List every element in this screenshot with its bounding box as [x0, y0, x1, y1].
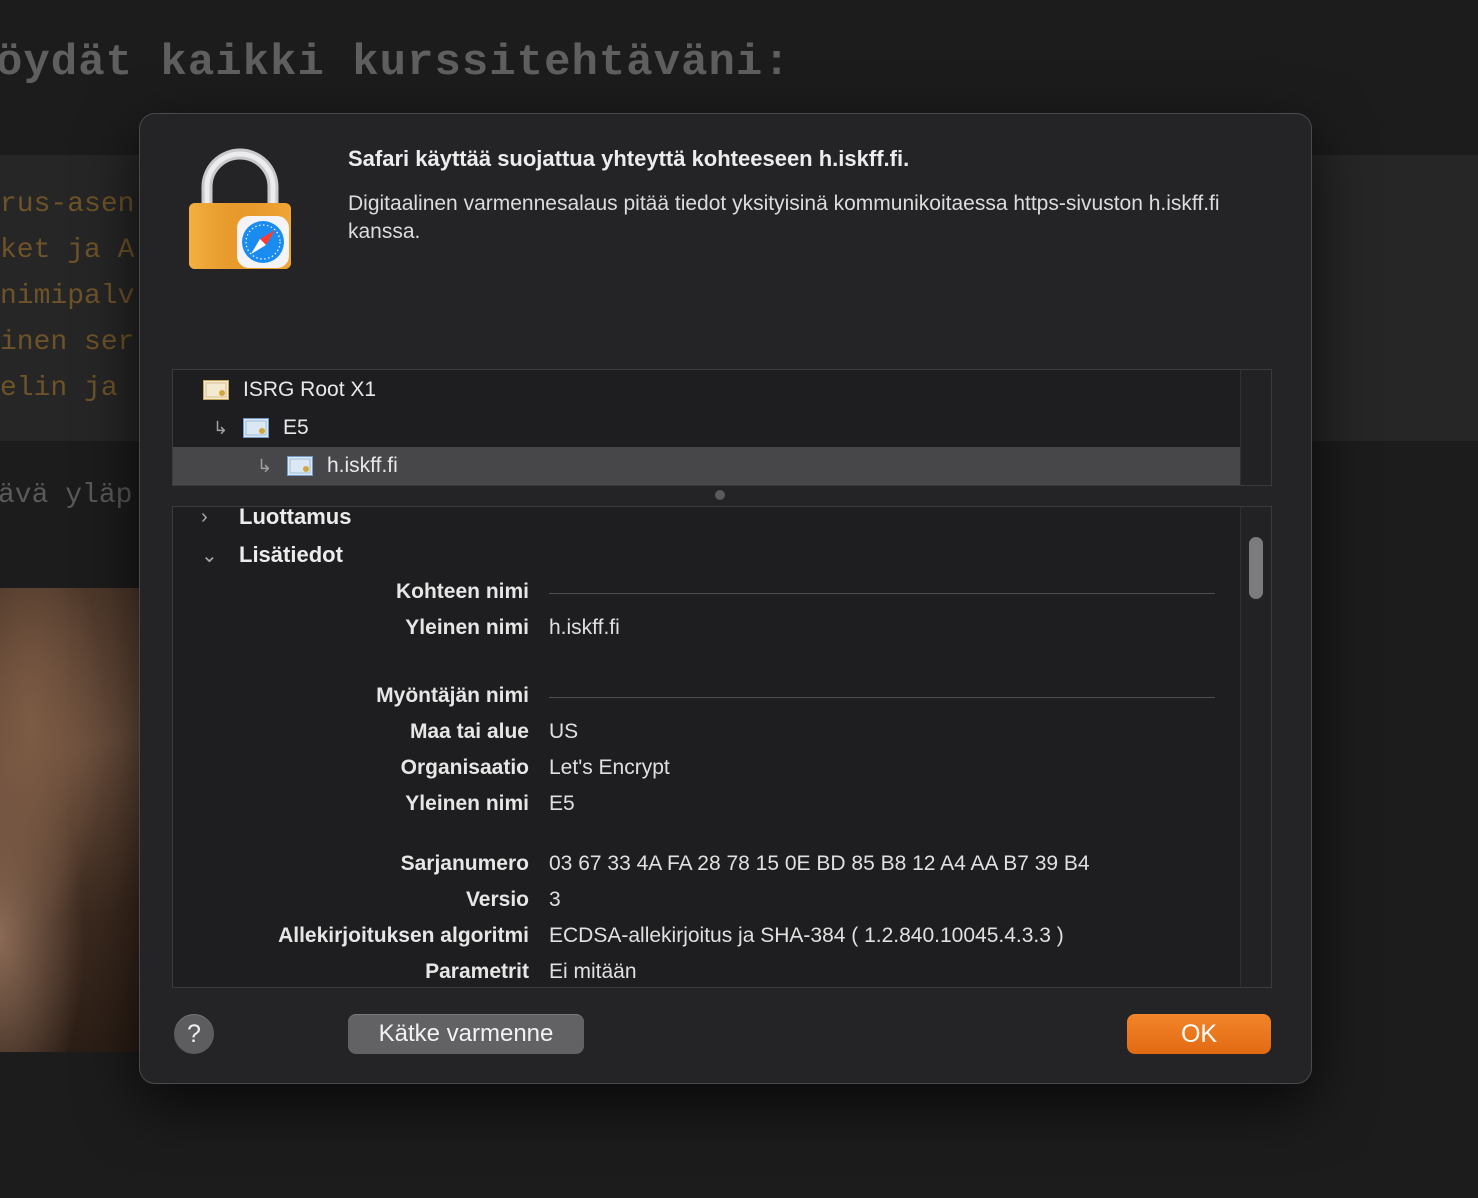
- page-text: ävä yläp: [0, 480, 133, 511]
- certificate-dialog: Safari käyttää suojattua yhteyttä kohtee…: [139, 113, 1312, 1084]
- details-scrollbar[interactable]: [1240, 507, 1271, 987]
- field-label: Versio: [465, 888, 529, 911]
- field-value: Ei mitään: [549, 960, 637, 983]
- field-label: Sarjanumero: [400, 852, 529, 875]
- dialog-description: Digitaalinen varmennesalaus pitää tiedot…: [348, 192, 1220, 243]
- code-line: nimipalv: [0, 281, 135, 312]
- code-line: inen ser: [0, 327, 135, 358]
- section-details[interactable]: ⌄ Lisätiedot: [201, 542, 343, 568]
- ok-button[interactable]: OK: [1127, 1014, 1271, 1054]
- page-heading: öydät kaikki kurssitehtäväni:: [0, 38, 791, 88]
- field-label: Kohteen nimi: [395, 580, 529, 603]
- field-label: Myöntäjän nimi: [376, 684, 529, 707]
- code-line: rus-asen: [0, 189, 135, 220]
- certificate-icon: [287, 456, 313, 476]
- chain-item-leaf[interactable]: ↳ h.iskff.fi: [173, 447, 1240, 485]
- field-value: ECDSA-allekirjoitus ja SHA-384 ( 1.2.840…: [549, 924, 1064, 947]
- field-label: Yleinen nimi: [405, 616, 529, 639]
- chain-item-intermediate[interactable]: ↳ E5: [173, 409, 1240, 447]
- field-value: Let's Encrypt: [549, 756, 670, 779]
- chevron-down-icon: ⌄: [201, 544, 218, 567]
- field-value: US: [549, 720, 579, 743]
- section-label: Luottamus: [239, 506, 352, 529]
- split-view-handle[interactable]: [715, 490, 725, 500]
- divider: [549, 593, 1215, 594]
- hide-certificate-button[interactable]: Kätke varmenne: [348, 1014, 584, 1054]
- field-label: Allekirjoituksen algoritmi: [278, 924, 529, 947]
- certificate-chain: ISRG Root X1 ↳ E5 ↳ h.iskff.fi: [172, 369, 1272, 486]
- field-value: E5: [549, 792, 575, 815]
- page-photo: [0, 588, 150, 1052]
- help-button[interactable]: ?: [174, 1014, 214, 1054]
- chevron-right-icon: ›: [201, 506, 208, 528]
- chain-item-label: E5: [283, 416, 309, 439]
- chain-item-label: ISRG Root X1: [243, 378, 377, 401]
- certificate-icon: [203, 380, 229, 400]
- section-label: Lisätiedot: [239, 542, 343, 567]
- field-label: Yleinen nimi: [405, 792, 529, 815]
- hierarchy-arrow-icon: ↳: [213, 417, 229, 438]
- hierarchy-arrow-icon: ↳: [257, 455, 273, 476]
- field-label: Parametrit: [425, 960, 529, 983]
- divider: [549, 697, 1215, 698]
- safari-compass-icon: [237, 216, 289, 268]
- dialog-title: Safari käyttää suojattua yhteyttä kohtee…: [348, 146, 910, 171]
- scrollbar-thumb[interactable]: [1249, 537, 1263, 599]
- chain-item-label: h.iskff.fi: [327, 454, 398, 477]
- field-value: 03 67 33 4A FA 28 78 15 0E BD 85 B8 12 A…: [549, 852, 1090, 875]
- certificate-icon: [243, 418, 269, 438]
- field-value: 3: [549, 888, 561, 911]
- code-line: ket ja A: [0, 235, 135, 266]
- section-trust[interactable]: › Luottamus: [201, 506, 352, 530]
- field-value: h.iskff.fi: [549, 616, 620, 639]
- code-line: elin ja :: [0, 373, 152, 404]
- chain-scrollbar[interactable]: [1240, 370, 1271, 485]
- field-label: Organisaatio: [400, 756, 529, 779]
- certificate-details: › Luottamus ⌄ Lisätiedot Kohteen nimi Yl…: [172, 506, 1272, 988]
- field-label: Maa tai alue: [409, 720, 529, 743]
- lock-icon: [189, 148, 291, 269]
- chain-item-root[interactable]: ISRG Root X1: [173, 371, 1240, 409]
